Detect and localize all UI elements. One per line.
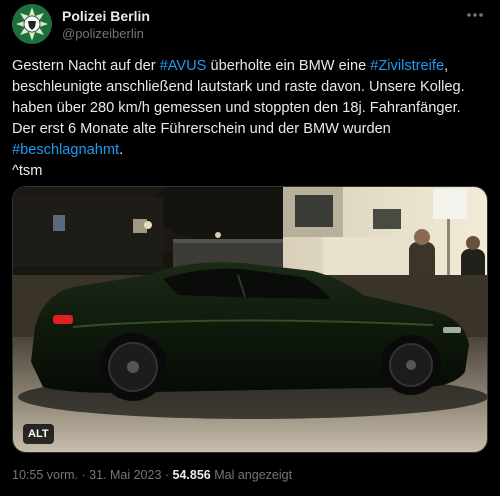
tweet-line: beschleunigte anschließend lautstark und… [12,77,488,98]
tweet-photo[interactable]: ALT [12,186,488,453]
view-count-label: Mal angezeigt [210,468,293,482]
text-segment: , [444,58,449,74]
tweet-line: Der erst 6 Monate alte Führerschein und … [12,119,488,140]
police-star-icon [12,4,52,44]
tweet-header: Polizei Berlin @polizeiberlin [12,4,488,44]
separator: · [161,468,173,482]
separator: · [78,468,90,482]
photo-car-illustration [13,187,487,452]
text-segment: ^tsm [12,163,43,179]
account-name[interactable]: Polizei Berlin [62,8,150,24]
tweet-date[interactable]: 31. Mai 2023 [89,468,161,482]
avatar[interactable] [12,4,52,44]
tweet-line: haben über 280 km/h gemessen und stoppte… [12,98,488,119]
text-segment: überholte ein BMW eine [206,58,371,74]
tweet-metadata: 10:55 vorm. · 31. Mai 2023 · 54.856 Mal … [12,468,292,482]
hashtag-link[interactable]: #AVUS [160,58,207,74]
text-segment: . [119,142,124,158]
hashtag-link[interactable]: #Zivilstreife [370,58,444,74]
text-segment: haben über 280 km/h gemessen und stoppte… [12,100,461,116]
more-horizontal-icon[interactable] [464,8,486,22]
hashtag-link[interactable]: #beschlagnahmt [12,142,119,158]
text-segment: Gestern Nacht auf der [12,58,160,74]
tweet-line: ^tsm [12,161,488,182]
view-count: 54.856 [172,468,211,482]
tweet-line: Gestern Nacht auf der #AVUS überholte ei… [12,56,488,77]
tweet-line: #beschlagnahmt. [12,140,488,161]
text-segment: beschleunigte anschließend lautstark und… [12,79,465,95]
alt-text-badge[interactable]: ALT [23,424,54,444]
tweet-time[interactable]: 10:55 vorm. [12,468,78,482]
tweet-text: Gestern Nacht auf der #AVUS überholte ei… [12,56,488,182]
account-handle[interactable]: @polizeiberlin [62,26,144,41]
text-segment: Der erst 6 Monate alte Führerschein und … [12,121,391,137]
